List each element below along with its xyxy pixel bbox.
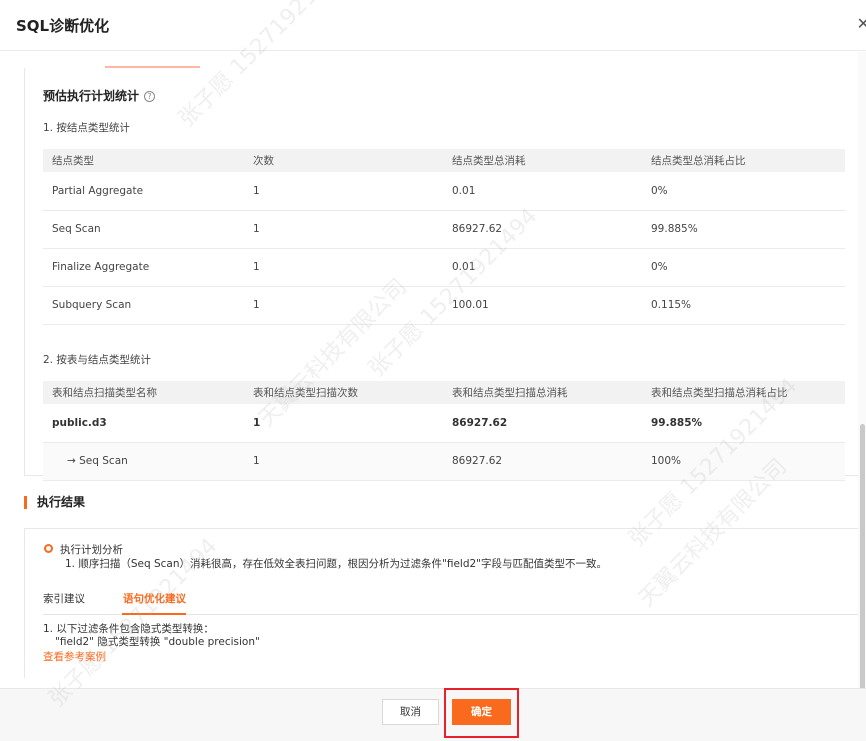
execution-result-card: 执行计划分析 1. 顺序扫描（Seq Scan）消耗很高，存在低效全表扫问题，根… (24, 528, 862, 678)
table-cell: 86927.62 (443, 210, 642, 249)
table-cell: 1 (244, 286, 443, 325)
section-node-type: 1. 按结点类型统计 (43, 122, 130, 134)
node-type-table: 结点类型 次数 结点类型总消耗 结点类型总消耗占比 Partial Aggreg… (43, 149, 845, 325)
column-header: 结点类型总消耗 (443, 149, 642, 172)
table-cell: 1 (244, 248, 443, 287)
close-icon[interactable]: ✕ (857, 14, 866, 33)
section-table-node-type: 2. 按表与结点类型统计 (43, 354, 151, 366)
table-row: Partial Aggregate 1 0.01 0% (43, 172, 845, 211)
table-cell: Finalize Aggregate (43, 248, 244, 287)
analysis-text: 1. 顺序扫描（Seq Scan）消耗很高，存在低效全表扫问题，根因分析为过滤条… (65, 558, 608, 570)
tab-statement-optimization[interactable]: 语句优化建议 (123, 591, 186, 606)
suggestion-detail: "field2" 隐式类型转换 "double precision" (55, 636, 260, 648)
column-header: 表和结点类型扫描次数 (244, 381, 443, 404)
table-cell: 99.885% (642, 210, 845, 249)
analysis-label: 执行计划分析 (60, 544, 123, 556)
table-cell: 100.01 (443, 286, 642, 325)
table-cell: 0.115% (642, 286, 845, 325)
cancel-button[interactable]: 取消 (382, 699, 439, 725)
sql-diagnosis-dialog: SQL诊断优化 ✕ 预估执行计划统计? 1. 按结点类型统计 结点类型 次数 结… (0, 0, 866, 741)
table-cell: 1 (244, 442, 443, 481)
column-header: 次数 (244, 149, 443, 172)
table-cell: 86927.62 (443, 442, 642, 481)
dialog-title: SQL诊断优化 (16, 17, 110, 35)
table-cell: Partial Aggregate (43, 172, 244, 211)
table-cell: 0.01 (443, 248, 642, 287)
table-cell: 0% (642, 248, 845, 287)
active-tab-underline (122, 613, 186, 615)
table-cell: 100% (642, 442, 845, 481)
dialog-header: SQL诊断优化 ✕ (0, 0, 866, 51)
reference-case-link[interactable]: 查看参考案例 (43, 649, 106, 664)
table-cell: 1 (244, 404, 443, 443)
dialog-footer: 取消 确定 (0, 688, 866, 741)
table-cell: 99.885% (642, 404, 845, 443)
table-cell: 0.01 (443, 172, 642, 211)
help-icon[interactable]: ? (144, 91, 156, 102)
table-row-child: → Seq Scan 1 86927.62 100% (43, 442, 845, 481)
table-cell: 86927.62 (443, 404, 642, 443)
tab-index-suggestion[interactable]: 索引建议 (43, 591, 85, 606)
table-node-type-table: 表和结点扫描类型名称 表和结点类型扫描次数 表和结点类型扫描总消耗 表和结点类型… (43, 381, 845, 481)
suggestion-tabs: 索引建议 语句优化建议 (43, 591, 859, 615)
plan-stats-card: 预估执行计划统计? 1. 按结点类型统计 结点类型 次数 结点类型总消耗 结点类… (24, 68, 862, 481)
table-cell: 1 (244, 210, 443, 249)
table-row[interactable]: public.d3 1 86927.62 99.885% (43, 404, 845, 443)
dialog-content: 预估执行计划统计? 1. 按结点类型统计 结点类型 次数 结点类型总消耗 结点类… (0, 52, 866, 688)
table-cell: 1 (244, 172, 443, 211)
column-header: 表和结点类型扫描总消耗占比 (642, 381, 845, 404)
table-cell: → Seq Scan (43, 442, 244, 481)
table-row: Finalize Aggregate 1 0.01 0% (43, 248, 845, 287)
table-cell: Seq Scan (43, 210, 244, 249)
column-header: 表和结点扫描类型名称 (43, 381, 244, 404)
table-row: Seq Scan 1 86927.62 99.885% (43, 210, 845, 249)
table-row: Subquery Scan 1 100.01 0.115% (43, 286, 845, 325)
scrollbar[interactable] (858, 52, 866, 734)
column-header: 结点类型总消耗占比 (642, 149, 845, 172)
column-header: 表和结点类型扫描总消耗 (443, 381, 642, 404)
column-header: 结点类型 (43, 149, 244, 172)
confirm-button[interactable]: 确定 (452, 699, 511, 725)
table-header-row: 表和结点扫描类型名称 表和结点类型扫描次数 表和结点类型扫描总消耗 表和结点类型… (43, 381, 845, 404)
table-cell: public.d3 (43, 404, 244, 443)
table-cell: Subquery Scan (43, 286, 244, 325)
plan-stats-title: 预估执行计划统计? (43, 87, 156, 104)
execution-result-title: 执行结果 (24, 496, 85, 509)
table-header-row: 结点类型 次数 结点类型总消耗 结点类型总消耗占比 (43, 149, 845, 172)
plan-stats-title-text: 预估执行计划统计 (43, 89, 140, 103)
status-dot-icon (44, 544, 53, 553)
table-cell: 0% (642, 172, 845, 211)
